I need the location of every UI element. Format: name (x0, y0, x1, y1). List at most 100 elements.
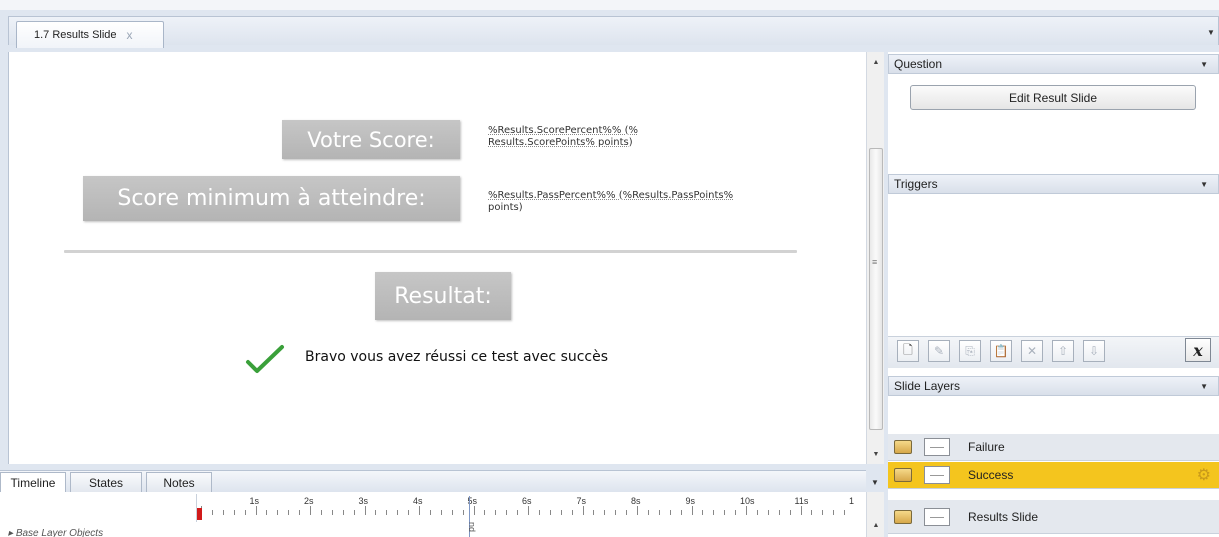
ruler-tick (560, 510, 562, 515)
layer-failure[interactable]: Failure (888, 434, 1219, 461)
ruler-tick (702, 510, 704, 515)
playhead[interactable] (197, 508, 202, 520)
copy-trigger-icon[interactable]: ⎘ (959, 340, 981, 362)
canvas-vertical-scrollbar[interactable]: ▲ ≡ ▼ (866, 52, 884, 464)
scroll-grip-icon: ≡ (872, 257, 878, 267)
question-panel-header[interactable]: Question ▼ (888, 54, 1219, 74)
tab-timeline[interactable]: Timeline (0, 472, 66, 492)
document-tab-bar (8, 16, 1219, 45)
layer-thumbnail (924, 466, 950, 484)
ruler-tick (375, 510, 377, 515)
move-down-icon[interactable]: ⇩ (1083, 340, 1105, 362)
timeline-vertical-scrollbar[interactable]: ▲ (866, 492, 884, 537)
ruler-tick (310, 506, 311, 515)
ruler-label: 1s (249, 496, 260, 506)
ruler-tick (277, 510, 279, 515)
ruler-tick (288, 510, 290, 515)
layer-results-slide[interactable]: Results Slide (888, 500, 1219, 534)
edit-result-slide-button[interactable]: Edit Result Slide (910, 85, 1196, 110)
ruler-tick (473, 506, 475, 515)
delete-trigger-icon[interactable]: ✕ (1021, 340, 1043, 362)
triggers-title: Triggers (894, 177, 938, 191)
ruler-tick (299, 510, 301, 515)
ruler-tick (789, 510, 791, 515)
move-up-icon[interactable]: ⇧ (1052, 340, 1074, 362)
ruler-tick (320, 510, 322, 515)
scroll-up-icon[interactable]: ▲ (867, 518, 885, 532)
ruler-tick (833, 510, 835, 515)
ruler-tick (626, 510, 628, 515)
triggers-panel-header[interactable]: Triggers ▼ (888, 174, 1219, 194)
ruler-tick (331, 510, 333, 515)
ruler-tick (582, 506, 584, 515)
ruler-label: 11s (794, 496, 809, 506)
collapse-timeline-chevron-icon[interactable]: ▼ (866, 474, 884, 490)
ruler-tick (266, 510, 268, 515)
min-score-label[interactable]: Score minimum à atteindre: (83, 176, 460, 221)
ruler-tick (735, 510, 737, 515)
ruler-tick (408, 510, 410, 515)
eye-icon[interactable] (894, 468, 912, 482)
timeline-end-label: nd (467, 522, 477, 533)
ruler-tick (364, 506, 366, 515)
tab-states[interactable]: States (70, 472, 142, 492)
base-layer-text: Base Layer Objects (15, 528, 104, 537)
eye-icon[interactable] (894, 440, 912, 454)
ruler-tick (353, 510, 355, 515)
ruler-label: 6s (522, 496, 532, 506)
ruler-tick (462, 510, 464, 515)
chevron-down-icon[interactable]: ▼ (1200, 382, 1208, 391)
ruler-tick (778, 510, 780, 515)
ruler-tick (604, 510, 606, 515)
ruler-tick (746, 506, 747, 515)
edit-trigger-icon[interactable]: ✎ (928, 340, 950, 362)
chevron-down-icon[interactable]: ▼ (1200, 180, 1208, 189)
scrollbar-thumb[interactable] (869, 148, 883, 430)
result-label[interactable]: Resultat: (375, 272, 511, 320)
scroll-up-icon[interactable]: ▲ (867, 54, 885, 70)
tab-title: 1.7 Results Slide (34, 29, 117, 41)
ruler-tick (800, 506, 802, 515)
close-icon[interactable]: x (127, 28, 133, 42)
min-score-value[interactable]: %Results.PassPercent%% (%Results.PassPoi… (488, 190, 733, 214)
ruler-tick (822, 510, 824, 515)
ruler-tick (549, 510, 551, 515)
slide-layers-panel-header[interactable]: Slide Layers ▼ (888, 376, 1219, 396)
layer-name: Failure (968, 440, 1005, 454)
layer-success[interactable]: Success ⚙ (888, 462, 1219, 489)
ruler-label: 1 (849, 496, 855, 506)
paste-trigger-icon[interactable]: 📋 (990, 340, 1012, 362)
tab-notes[interactable]: Notes (146, 472, 212, 492)
score-value[interactable]: %Results.ScorePercent%% (% Results.Score… (488, 125, 638, 149)
ruler-label: 2s (304, 496, 314, 506)
ruler-label: 10s (740, 496, 755, 506)
ruler-tick (506, 510, 508, 515)
ruler-tick (484, 510, 486, 515)
ruler-tick (691, 506, 693, 515)
timeline-ruler[interactable]: 1s 2s 3s 4s 5s 6s 7s 8s 9s 10s 11s 1 (196, 494, 862, 522)
manage-variables-button[interactable]: x (1185, 338, 1211, 362)
ruler-label: 4s (413, 496, 423, 506)
success-message[interactable]: Bravo vous avez réussi ce test avec succ… (305, 349, 608, 365)
new-trigger-icon[interactable]: 🗋 (897, 340, 919, 362)
ruler-tick (517, 510, 519, 515)
tab-results-slide[interactable]: 1.7 Results Slide x (16, 21, 164, 48)
base-layer-objects-label[interactable]: ▸ Base Layer Objects (8, 528, 103, 537)
tab-list-chevron-down-icon[interactable]: ▼ (1203, 21, 1219, 43)
scroll-down-icon[interactable]: ▼ (867, 446, 885, 462)
window-top-strip (0, 0, 1219, 10)
ruler-label: 3s (358, 496, 369, 506)
ruler-tick (255, 506, 257, 515)
eye-icon[interactable] (894, 509, 912, 524)
ruler-tick (615, 510, 617, 515)
success-message-text: Bravo vous avez réussi ce test avec succ… (305, 349, 609, 365)
chevron-down-icon[interactable]: ▼ (1200, 60, 1208, 69)
ruler-tick (386, 510, 388, 515)
ruler-tick (713, 510, 715, 515)
ruler-tick (429, 510, 431, 515)
ruler-tick (767, 510, 769, 515)
ruler-tick (658, 510, 660, 515)
gear-icon[interactable]: ⚙ (1197, 465, 1211, 485)
ruler-tick (811, 510, 813, 515)
score-label[interactable]: Votre Score: (282, 120, 460, 159)
